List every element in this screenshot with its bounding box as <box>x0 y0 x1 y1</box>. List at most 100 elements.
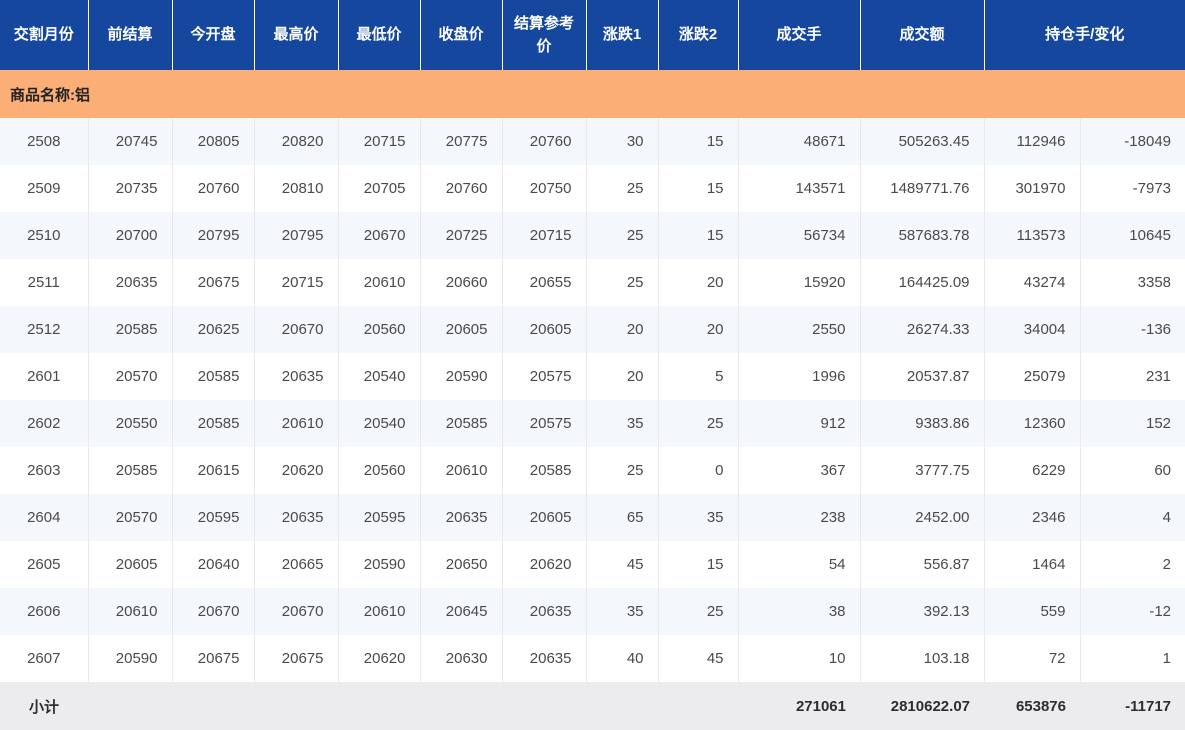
cell-volume: 1996 <box>738 353 861 400</box>
cell-low-price: 20670 <box>338 212 421 259</box>
cell-prev-settlement: 20605 <box>88 541 173 588</box>
subtotal-empty <box>420 682 502 730</box>
cell-low-price: 20595 <box>338 494 421 541</box>
header-change2: 涨跌2 <box>658 0 739 70</box>
table-row: 2509 20735 20760 20810 20705 20760 20750 25 15 14… <box>0 165 1185 212</box>
cell-open-price: 20585 <box>172 400 255 447</box>
cell-volume: 2550 <box>738 306 861 353</box>
cell-open-interest: 559 <box>984 588 1081 635</box>
table-header-row: 交割月份 前结算 今开盘 最高价 最低价 收盘价 结算参考价 涨跌1 涨跌2 成交手 成交额 持仓手/… <box>0 0 1185 70</box>
cell-oi-change: -18049 <box>1080 118 1185 165</box>
cell-change2: 20 <box>658 306 739 353</box>
cell-open-interest: 112946 <box>984 118 1081 165</box>
cell-low-price: 20705 <box>338 165 421 212</box>
cell-open-interest: 1464 <box>984 541 1081 588</box>
cell-close-price: 20725 <box>420 212 503 259</box>
cell-low-price: 20560 <box>338 306 421 353</box>
cell-low-price: 20540 <box>338 353 421 400</box>
table-row: 2603 20585 20615 20620 20560 20610 20585 25 0 367… <box>0 447 1185 494</box>
cell-settlement-ref-price: 20635 <box>502 635 587 682</box>
futures-quotes-table: 交割月份 前结算 今开盘 最高价 最低价 收盘价 结算参考价 涨跌1 涨跌2 成交手 成交额 持仓手/… <box>0 0 1185 730</box>
subtotal-empty <box>658 682 738 730</box>
table-row: 2510 20700 20795 20795 20670 20725 20715 25 15 56… <box>0 212 1185 259</box>
table-row: 2511 20635 20675 20715 20610 20660 20655 25 20 15… <box>0 259 1185 306</box>
cell-high-price: 20665 <box>254 541 339 588</box>
cell-change1: 35 <box>586 588 659 635</box>
cell-oi-change: -12 <box>1080 588 1185 635</box>
cell-oi-change: 3358 <box>1080 259 1185 306</box>
cell-open-interest: 6229 <box>984 447 1081 494</box>
cell-high-price: 20820 <box>254 118 339 165</box>
cell-close-price: 20590 <box>420 353 503 400</box>
cell-high-price: 20670 <box>254 306 339 353</box>
table-row: 2512 20585 20625 20670 20560 20605 20605 20 20 25… <box>0 306 1185 353</box>
cell-volume: 48671 <box>738 118 861 165</box>
subtotal-empty <box>338 682 420 730</box>
cell-change2: 25 <box>658 588 739 635</box>
product-banner-row: 商品名称:铝 <box>0 70 1185 118</box>
cell-oi-change: 60 <box>1080 447 1185 494</box>
cell-delivery-month: 2601 <box>0 353 89 400</box>
header-open-interest-change: 持仓手/变化 <box>984 0 1185 70</box>
cell-high-price: 20670 <box>254 588 339 635</box>
cell-prev-settlement: 20570 <box>88 353 173 400</box>
subtotal-empty <box>88 682 172 730</box>
subtotal-empty <box>172 682 254 730</box>
cell-close-price: 20645 <box>420 588 503 635</box>
cell-open-price: 20795 <box>172 212 255 259</box>
cell-delivery-month: 2604 <box>0 494 89 541</box>
header-delivery-month: 交割月份 <box>0 0 89 70</box>
cell-open-interest: 301970 <box>984 165 1081 212</box>
cell-close-price: 20660 <box>420 259 503 306</box>
subtotal-empty <box>502 682 586 730</box>
cell-settlement-ref-price: 20605 <box>502 494 587 541</box>
cell-oi-change: 10645 <box>1080 212 1185 259</box>
cell-prev-settlement: 20585 <box>88 447 173 494</box>
cell-open-price: 20675 <box>172 259 255 306</box>
cell-prev-settlement: 20635 <box>88 259 173 306</box>
cell-change2: 15 <box>658 118 739 165</box>
subtotal-empty <box>586 682 658 730</box>
cell-volume: 238 <box>738 494 861 541</box>
table-row: 2508 20745 20805 20820 20715 20775 20760 30 15 48… <box>0 118 1185 165</box>
cell-close-price: 20630 <box>420 635 503 682</box>
cell-oi-change: 231 <box>1080 353 1185 400</box>
header-turnover: 成交额 <box>860 0 985 70</box>
cell-turnover: 26274.33 <box>860 306 985 353</box>
cell-close-price: 20760 <box>420 165 503 212</box>
cell-change1: 40 <box>586 635 659 682</box>
cell-volume: 54 <box>738 541 861 588</box>
subtotal-volume: 271061 <box>738 682 860 730</box>
cell-delivery-month: 2602 <box>0 400 89 447</box>
cell-open-price: 20760 <box>172 165 255 212</box>
cell-volume: 143571 <box>738 165 861 212</box>
subtotal-label: 小计 <box>0 682 88 730</box>
cell-delivery-month: 2603 <box>0 447 89 494</box>
cell-change2: 20 <box>658 259 739 306</box>
cell-high-price: 20620 <box>254 447 339 494</box>
cell-settlement-ref-price: 20760 <box>502 118 587 165</box>
cell-change1: 20 <box>586 353 659 400</box>
cell-oi-change: 152 <box>1080 400 1185 447</box>
cell-oi-change: -7973 <box>1080 165 1185 212</box>
cell-open-interest: 113573 <box>984 212 1081 259</box>
cell-settlement-ref-price: 20605 <box>502 306 587 353</box>
cell-change2: 15 <box>658 212 739 259</box>
cell-delivery-month: 2511 <box>0 259 89 306</box>
header-volume: 成交手 <box>738 0 861 70</box>
cell-low-price: 20715 <box>338 118 421 165</box>
cell-change2: 35 <box>658 494 739 541</box>
cell-volume: 56734 <box>738 212 861 259</box>
cell-settlement-ref-price: 20575 <box>502 353 587 400</box>
cell-change2: 15 <box>658 165 739 212</box>
cell-open-price: 20615 <box>172 447 255 494</box>
cell-prev-settlement: 20590 <box>88 635 173 682</box>
cell-oi-change: 2 <box>1080 541 1185 588</box>
cell-open-price: 20640 <box>172 541 255 588</box>
cell-close-price: 20605 <box>420 306 503 353</box>
cell-open-price: 20670 <box>172 588 255 635</box>
cell-prev-settlement: 20585 <box>88 306 173 353</box>
table-row: 2606 20610 20670 20670 20610 20645 20635 35 25 38… <box>0 588 1185 635</box>
cell-change1: 20 <box>586 306 659 353</box>
cell-change2: 25 <box>658 400 739 447</box>
